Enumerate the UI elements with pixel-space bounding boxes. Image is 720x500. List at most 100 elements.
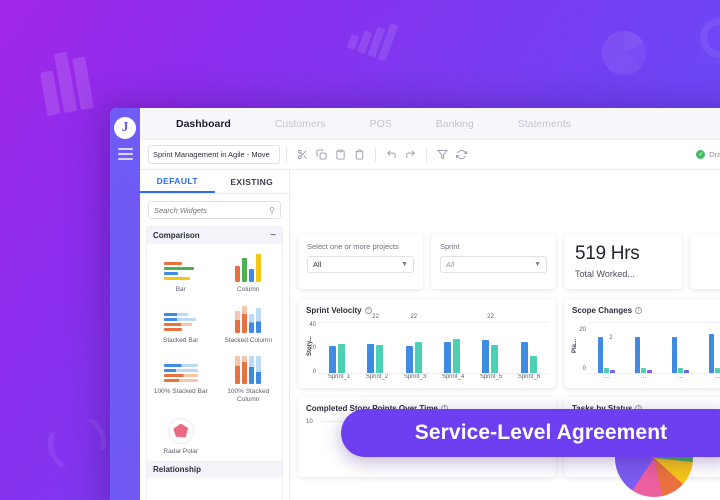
- top-navigation: Dashboard Customers POS Banking Statemen…: [140, 108, 720, 140]
- x-tick: Sprint_4: [441, 373, 465, 380]
- chart-title-text: Sprint Velocity: [306, 305, 362, 315]
- y-tick: 0: [582, 365, 586, 372]
- widget-item-column[interactable]: Column: [215, 248, 283, 299]
- tab-pos[interactable]: POS: [348, 118, 414, 130]
- widget-group-header[interactable]: Comparison −: [147, 227, 282, 244]
- widget-label: Stacked Column: [224, 337, 273, 345]
- filter-label: Sprint: [440, 242, 460, 251]
- chevron-down-icon: ▼: [534, 261, 541, 268]
- check-circle-icon: ✓: [696, 150, 706, 159]
- save-status-label: Draft a...: [709, 150, 720, 159]
- chart-row: Sprint Velocity i Story... 40 20 0 22 22…: [298, 298, 720, 388]
- tab-dashboard[interactable]: Dashboard: [154, 118, 253, 130]
- scope-changes-plot: Pla... 20 0 2 ... ... ... ...: [572, 321, 720, 380]
- x-tick: ...: [603, 373, 609, 380]
- cut-icon[interactable]: [293, 145, 312, 164]
- kpi-label: Total Worked...: [575, 268, 635, 279]
- undo-icon[interactable]: [382, 145, 401, 164]
- radar-polar-chart-icon: [167, 414, 194, 444]
- filter-icon[interactable]: [433, 145, 452, 164]
- widget-item-stacked-column[interactable]: Stacked Column: [215, 299, 283, 350]
- bar-group: [433, 323, 471, 373]
- widget-panel-tabs: DEFAULT EXISTING: [140, 170, 289, 194]
- chart-card-sprint-velocity: Sprint Velocity i Story... 40 20 0 22 22…: [298, 298, 556, 388]
- tab-statements[interactable]: Statements: [496, 118, 593, 130]
- sprint-velocity-plot: Story... 40 20 0 22 22 22 Sprint_1 Sprin…: [306, 314, 548, 380]
- x-tick: Sprint_5: [479, 373, 503, 380]
- delete-icon[interactable]: [350, 145, 369, 164]
- data-label: 22: [410, 313, 418, 320]
- chart-title-scope-changes: Scope Changes i: [572, 306, 720, 315]
- stacked-column-100-chart-icon: [235, 354, 262, 385]
- stacked-bar-100-chart-icon: [163, 354, 198, 384]
- stacked-column-chart-icon: [235, 303, 262, 334]
- search-widgets-box[interactable]: ⚲: [148, 201, 281, 219]
- decorative-pie-chart-icon: [602, 31, 646, 75]
- widget-label: 100% Stacked Column: [227, 388, 270, 404]
- toolbar-divider-2: [375, 147, 376, 162]
- x-tick: ...: [640, 373, 646, 380]
- screenshot-stage: J Dashboard Customers POS Banking Statem…: [0, 0, 720, 500]
- kpi-value: 519 Hrs: [575, 243, 640, 264]
- data-label: 22: [372, 313, 379, 320]
- kpi-card-next: [690, 234, 720, 289]
- bar-group: [318, 323, 356, 373]
- bar-chart-icon: [163, 252, 198, 282]
- hamburger-menu-icon[interactable]: [117, 148, 133, 160]
- redo-icon[interactable]: [401, 145, 420, 164]
- bar-group: [662, 323, 699, 373]
- stacked-bar-chart-icon: [163, 303, 198, 333]
- x-axis-labels: ... ... ... ...: [588, 374, 720, 380]
- widget-item-bar[interactable]: Bar: [147, 248, 215, 299]
- search-input[interactable]: [154, 205, 270, 215]
- app-logo[interactable]: J: [114, 117, 136, 139]
- collapse-icon[interactable]: −: [270, 230, 276, 241]
- x-axis-labels: Sprint_1 Sprint_2 Sprint_3 Sprint_4 Spri…: [320, 374, 548, 380]
- projects-select[interactable]: All ▼: [307, 256, 414, 273]
- toolbar-divider-3: [426, 147, 427, 162]
- filter-label: Select one or more projects: [307, 242, 399, 251]
- widget-item-100-stacked-bar[interactable]: 100% Stacked Bar: [147, 350, 215, 409]
- widget-label: Bar: [175, 286, 186, 293]
- data-label: 2: [609, 334, 613, 341]
- toolbar-divider: [286, 147, 287, 162]
- overlay-banner: Service-Level Agreement: [341, 409, 720, 457]
- decorative-bar-chart-icon: [37, 48, 98, 116]
- tab-banking[interactable]: Banking: [414, 118, 496, 130]
- paste-icon[interactable]: [331, 145, 350, 164]
- widget-item-stacked-bar[interactable]: Stacked Bar: [147, 299, 215, 350]
- tab-existing[interactable]: EXISTING: [215, 170, 290, 193]
- filter-card-sprint: Sprint All ▼: [431, 234, 556, 289]
- refresh-icon[interactable]: [452, 145, 471, 164]
- widget-group-comparison: Comparison − Bar Column Stacked Bar Stac…: [146, 226, 283, 500]
- bar-series-group: 2 2: [588, 323, 720, 373]
- copy-icon[interactable]: [312, 145, 331, 164]
- widget-item-radar-polar[interactable]: Radar Polar: [147, 410, 215, 461]
- info-icon[interactable]: i: [364, 306, 372, 314]
- bar-group: 2: [588, 323, 625, 373]
- info-icon[interactable]: i: [635, 306, 643, 314]
- x-tick: Sprint_1: [327, 373, 351, 380]
- search-icon: ⚲: [269, 205, 275, 215]
- data-label: 22: [487, 313, 494, 320]
- y-tick: 20: [309, 344, 316, 351]
- kpi-card-total-worked: 519 Hrs Total Worked...: [564, 234, 682, 289]
- widget-item-100-stacked-column[interactable]: 100% Stacked Column: [215, 350, 283, 409]
- widget-group-title: Relationship: [153, 465, 202, 475]
- tab-default[interactable]: DEFAULT: [140, 170, 215, 193]
- bar-series-group: 22 22 22: [318, 314, 548, 373]
- tab-customers[interactable]: Customers: [253, 118, 348, 130]
- document-name-input[interactable]: Sprint Management in Agile - Move: [148, 145, 280, 164]
- widget-label: Stacked Bar: [163, 337, 199, 345]
- sprint-select[interactable]: All ▼: [440, 256, 547, 273]
- bar-group: 22: [471, 314, 509, 373]
- decorative-ring-icon: [700, 18, 720, 58]
- app-rail: J: [110, 108, 140, 500]
- widget-group-header-relationship[interactable]: Relationship: [147, 460, 282, 478]
- widget-label: 100% Stacked Bar: [153, 388, 208, 396]
- widget-label: Column: [237, 286, 260, 293]
- y-tick: 10: [306, 418, 313, 425]
- widget-group-title: Comparison: [153, 231, 200, 240]
- save-status: ✓ Draft a...: [696, 150, 720, 159]
- y-tick: 20: [579, 326, 586, 333]
